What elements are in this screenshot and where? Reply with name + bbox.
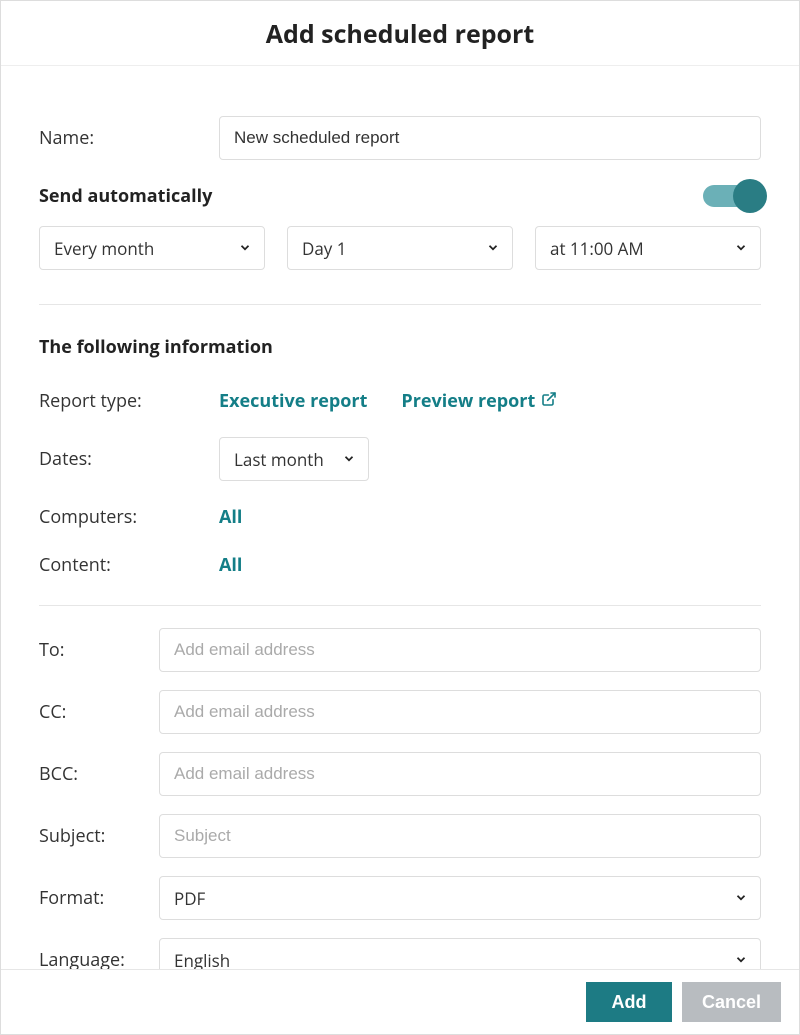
- divider: [39, 605, 761, 606]
- dates-select[interactable]: Last month: [219, 437, 369, 481]
- schedule-selects: Every month Day 1 at 11:00 AM: [39, 226, 761, 270]
- language-select[interactable]: English: [159, 938, 761, 969]
- content-row: Content: All: [39, 553, 761, 577]
- dialog-header: Add scheduled report: [1, 1, 799, 66]
- chevron-down-icon: [486, 237, 500, 260]
- bcc-input[interactable]: [159, 752, 761, 796]
- info-section-header: The following information: [39, 335, 761, 359]
- subject-input[interactable]: [159, 814, 761, 858]
- format-select[interactable]: PDF: [159, 876, 761, 920]
- preview-report-link[interactable]: Preview report: [401, 389, 557, 413]
- external-link-icon: [541, 389, 557, 413]
- cc-input[interactable]: [159, 690, 761, 734]
- computers-row: Computers: All: [39, 505, 761, 529]
- send-auto-row: Send automatically: [39, 184, 761, 208]
- name-input[interactable]: [219, 116, 761, 160]
- report-type-label: Report type:: [39, 389, 219, 413]
- computers-label: Computers:: [39, 505, 219, 529]
- dialog-footer: Add Cancel: [1, 969, 799, 1034]
- dates-row: Dates: Last month: [39, 437, 761, 481]
- dates-value: Last month: [234, 448, 324, 471]
- add-button[interactable]: Add: [586, 982, 672, 1022]
- dialog-body: Name: Send automatically Every month Day…: [1, 66, 799, 969]
- divider: [39, 304, 761, 305]
- content-value[interactable]: All: [219, 553, 242, 577]
- dates-label: Dates:: [39, 447, 219, 471]
- language-row: Language: English: [39, 938, 761, 969]
- language-label: Language:: [39, 948, 159, 969]
- format-label: Format:: [39, 886, 159, 910]
- dialog-title: Add scheduled report: [1, 17, 799, 51]
- chevron-down-icon: [734, 887, 748, 910]
- bcc-row: BCC:: [39, 752, 761, 796]
- subject-row: Subject:: [39, 814, 761, 858]
- chevron-down-icon: [734, 949, 748, 970]
- time-select[interactable]: at 11:00 AM: [535, 226, 761, 270]
- format-value: PDF: [174, 887, 205, 910]
- bcc-label: BCC:: [39, 762, 159, 786]
- frequency-value: Every month: [54, 237, 154, 260]
- toggle-knob-icon: [733, 179, 767, 213]
- chevron-down-icon: [342, 448, 356, 471]
- format-row: Format: PDF: [39, 876, 761, 920]
- time-value: at 11:00 AM: [550, 237, 644, 260]
- name-row: Name:: [39, 116, 761, 160]
- subject-label: Subject:: [39, 824, 159, 848]
- send-auto-toggle[interactable]: [703, 185, 761, 207]
- cc-label: CC:: [39, 700, 159, 724]
- email-section: To: CC: BCC: Subject: Format: PDF: [39, 628, 761, 969]
- content-label: Content:: [39, 553, 219, 577]
- send-auto-label: Send automatically: [39, 184, 212, 208]
- add-scheduled-report-dialog: Add scheduled report Name: Send automati…: [0, 0, 800, 1035]
- name-label: Name:: [39, 126, 219, 150]
- to-input[interactable]: [159, 628, 761, 672]
- to-row: To:: [39, 628, 761, 672]
- cc-row: CC:: [39, 690, 761, 734]
- report-type-value[interactable]: Executive report: [219, 389, 367, 413]
- computers-value[interactable]: All: [219, 505, 242, 529]
- language-value: English: [174, 949, 230, 970]
- frequency-select[interactable]: Every month: [39, 226, 265, 270]
- cancel-button[interactable]: Cancel: [682, 982, 781, 1022]
- report-type-row: Report type: Executive report Preview re…: [39, 389, 761, 413]
- chevron-down-icon: [238, 237, 252, 260]
- preview-report-label: Preview report: [401, 389, 535, 413]
- to-label: To:: [39, 638, 159, 662]
- day-select[interactable]: Day 1: [287, 226, 513, 270]
- day-value: Day 1: [302, 237, 346, 260]
- chevron-down-icon: [734, 237, 748, 260]
